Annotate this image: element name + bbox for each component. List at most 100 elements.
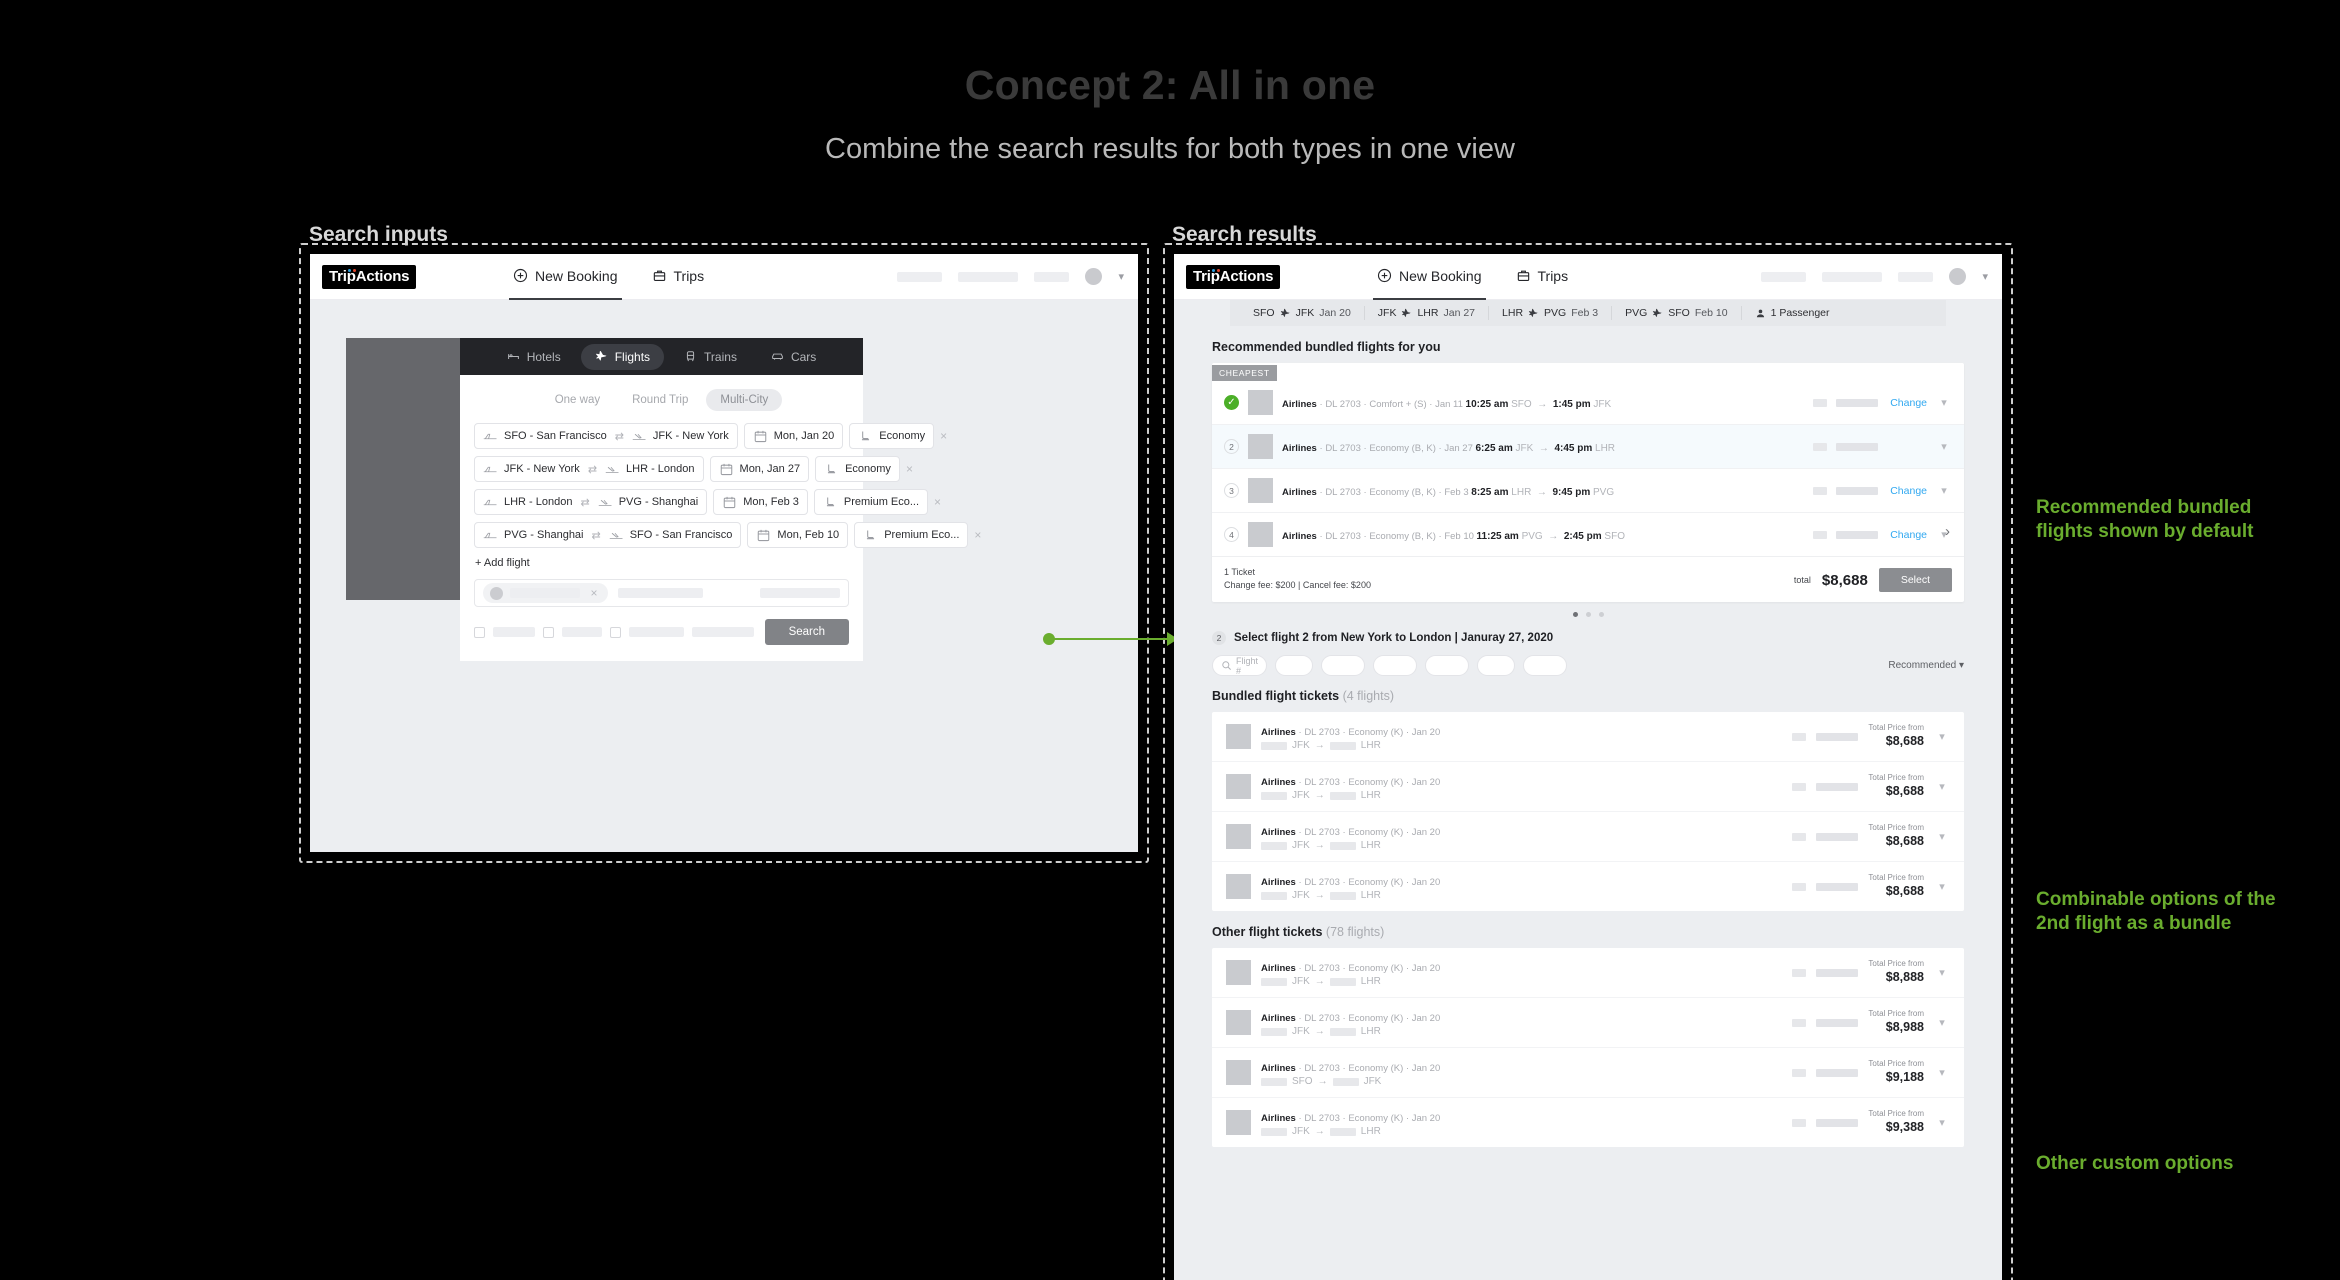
- mode-hotels[interactable]: Hotels: [493, 344, 575, 370]
- other-ticket-row[interactable]: Airlines · DL 2703 · Economy (K) · Jan 2…: [1212, 1047, 1964, 1097]
- other-ticket-expand-chevron-3[interactable]: ▾: [1934, 1066, 1950, 1079]
- filter-chip-1[interactable]: [1275, 655, 1313, 677]
- topbar-placeholder-3-results[interactable]: [1898, 271, 1934, 282]
- bundled-ticket-row[interactable]: Airlines · DL 2703 · Economy (K) · Jan 2…: [1212, 712, 1964, 761]
- trip-tab-multi-city[interactable]: Multi-City: [706, 389, 783, 411]
- traveler-chip[interactable]: ×: [483, 583, 608, 603]
- option-checkbox-1[interactable]: [474, 626, 485, 638]
- nav-new-booking[interactable]: New Booking: [509, 254, 621, 300]
- flight-date-2[interactable]: Mon, Jan 27: [709, 456, 810, 482]
- topbar-placeholder-3[interactable]: [1034, 271, 1070, 282]
- trip-tab-one-way[interactable]: One way: [541, 389, 614, 411]
- change-leg-link-3[interactable]: Change: [1887, 485, 1927, 497]
- filter-chip-3[interactable]: [1373, 655, 1417, 677]
- other-ticket-expand-chevron-2[interactable]: ▾: [1934, 1016, 1950, 1029]
- mode-trains[interactable]: Trains: [670, 344, 751, 370]
- other-ticket-expand-chevron-4[interactable]: ▾: [1934, 1116, 1950, 1129]
- flight-route-2[interactable]: JFK - New York ⇄ LHR - London: [474, 456, 704, 482]
- expand-leg-chevron-2[interactable]: ▾: [1936, 440, 1952, 453]
- option-checkbox-2[interactable]: [543, 626, 554, 638]
- criteria-chip-1[interactable]: SFO JFK Jan 20: [1240, 306, 1365, 320]
- mode-flights[interactable]: Flights: [580, 343, 665, 370]
- nav-trips[interactable]: Trips: [652, 254, 704, 300]
- criteria-chip-2[interactable]: JFK LHR Jan 27: [1365, 306, 1490, 320]
- topbar-placeholder-2[interactable]: [958, 271, 1019, 282]
- select-bundle-button[interactable]: Select: [1878, 568, 1952, 593]
- filter-chip-5[interactable]: [1477, 655, 1515, 677]
- other-ticket-row[interactable]: Airlines · DL 2703 · Economy (K) · Jan 2…: [1212, 1097, 1964, 1147]
- carousel-next-icon[interactable]: ›: [1945, 523, 1950, 540]
- mode-cars[interactable]: Cars: [757, 344, 830, 370]
- carousel-dot-1[interactable]: [1572, 612, 1578, 618]
- swap-icon-2[interactable]: ⇄: [586, 463, 599, 476]
- filter-chip-2[interactable]: [1321, 655, 1365, 677]
- chevron-down-icon[interactable]: ▾: [1982, 270, 1988, 283]
- bundled-ticket-row[interactable]: Airlines · DL 2703 · Economy (K) · Jan 2…: [1212, 861, 1964, 911]
- flight-route-1[interactable]: SFO - San Francisco ⇄ JFK - New York: [474, 423, 738, 449]
- nav-new-booking-results[interactable]: New Booking: [1373, 254, 1485, 300]
- avatar[interactable]: [1085, 268, 1103, 285]
- remove-flight-4[interactable]: ×: [974, 528, 981, 542]
- trip-tab-round-trip[interactable]: Round Trip: [618, 389, 702, 411]
- bundled-ticket-row[interactable]: Airlines · DL 2703 · Economy (K) · Jan 2…: [1212, 761, 1964, 811]
- other-ticket-row[interactable]: Airlines · DL 2703 · Economy (K) · Jan 2…: [1212, 948, 1964, 997]
- brand-logo-results[interactable]: TripActions: [1186, 264, 1281, 289]
- bundled-ticket-expand-chevron-2[interactable]: ▾: [1934, 780, 1950, 793]
- filter-chip-6[interactable]: [1523, 655, 1567, 677]
- carousel-dot-2[interactable]: [1585, 612, 1591, 618]
- flight-route-4[interactable]: PVG - Shanghai ⇄ SFO - San Francisco: [474, 522, 742, 548]
- topbar-placeholder-2-results[interactable]: [1822, 271, 1883, 282]
- topbar-placeholder-1[interactable]: [897, 271, 943, 282]
- remove-flight-1[interactable]: ×: [940, 429, 947, 443]
- bundled-ticket-expand-chevron-3[interactable]: ▾: [1934, 830, 1950, 843]
- swap-icon-4[interactable]: ⇄: [590, 529, 603, 542]
- expand-leg-chevron-3[interactable]: ▾: [1936, 484, 1952, 497]
- flight-route-3[interactable]: LHR - London ⇄ PVG - Shanghai: [474, 489, 708, 515]
- criteria-passengers[interactable]: 1 Passenger: [1742, 306, 1843, 320]
- bundled-ticket-expand-chevron-4[interactable]: ▾: [1934, 880, 1950, 893]
- bundle-leg-row[interactable]: 2 Airlines · DL 2703 · Economy (B, K) · …: [1212, 425, 1964, 469]
- other-ticket-expand-chevron-1[interactable]: ▾: [1934, 966, 1950, 979]
- flight-number-search-input[interactable]: Flight #: [1212, 655, 1267, 677]
- bundle-leg-row[interactable]: 3 Airlines · DL 2703 · Economy (B, K) · …: [1212, 469, 1964, 513]
- bundled-ticket-expand-chevron-1[interactable]: ▾: [1934, 730, 1950, 743]
- flight-cabin-2[interactable]: Economy: [815, 456, 900, 482]
- swap-icon-3[interactable]: ⇄: [579, 496, 592, 509]
- filter-chip-4[interactable]: [1425, 655, 1469, 677]
- search-button[interactable]: Search: [764, 619, 849, 645]
- airline-logo-placeholder: [1248, 390, 1273, 415]
- bundled-ticket-placeholder-2-1: [1816, 732, 1859, 741]
- flight-cabin-3[interactable]: Premium Eco...: [813, 489, 929, 515]
- flight-date-3[interactable]: Mon, Feb 3: [713, 489, 808, 515]
- expand-leg-chevron-1[interactable]: ▾: [1936, 396, 1952, 409]
- sort-dropdown[interactable]: Recommended ▾: [1888, 660, 1964, 671]
- bundled-ticket-to-3: LHR: [1360, 840, 1381, 852]
- traveler-field[interactable]: ×: [474, 579, 849, 607]
- criteria-chip-3[interactable]: LHR PVG Feb 3: [1489, 306, 1613, 320]
- avatar-results[interactable]: [1949, 268, 1967, 285]
- bundle-leg-row[interactable]: ✓ Airlines · DL 2703 · Comfort + (S) · J…: [1212, 381, 1964, 425]
- remove-traveler-icon[interactable]: ×: [587, 586, 601, 600]
- chevron-down-icon[interactable]: ▾: [1118, 270, 1124, 283]
- remove-flight-3[interactable]: ×: [934, 495, 941, 509]
- add-flight-button[interactable]: + Add flight: [475, 557, 849, 569]
- flight-cabin-1[interactable]: Economy: [849, 423, 935, 449]
- topbar-placeholder-1-results[interactable]: [1761, 271, 1807, 282]
- change-leg-link-4[interactable]: Change: [1887, 529, 1927, 541]
- criteria-chip-4[interactable]: PVG SFO Feb 10: [1612, 306, 1742, 320]
- swap-icon-1[interactable]: ⇄: [613, 430, 626, 443]
- flight-date-4[interactable]: Mon, Feb 10: [747, 522, 849, 548]
- flight-cabin-4[interactable]: Premium Eco...: [854, 522, 969, 548]
- change-leg-link-1[interactable]: Change: [1887, 397, 1927, 409]
- option-checkbox-3[interactable]: [610, 626, 621, 638]
- leg-arr-time-3: 9:45 pm: [1552, 486, 1591, 498]
- flight-date-1[interactable]: Mon, Jan 20: [743, 423, 844, 449]
- carousel-dot-3[interactable]: [1598, 612, 1604, 618]
- brand-logo[interactable]: TripActions: [322, 264, 417, 289]
- other-ticket-row[interactable]: Airlines · DL 2703 · Economy (K) · Jan 2…: [1212, 997, 1964, 1047]
- bundled-ticket-row[interactable]: Airlines · DL 2703 · Economy (K) · Jan 2…: [1212, 811, 1964, 861]
- remove-flight-2[interactable]: ×: [906, 462, 913, 476]
- other-ticket-from-1: JFK: [1292, 976, 1310, 988]
- bundle-leg-row[interactable]: 4 Airlines · DL 2703 · Economy (B, K) · …: [1212, 513, 1964, 557]
- nav-trips-results[interactable]: Trips: [1516, 254, 1568, 300]
